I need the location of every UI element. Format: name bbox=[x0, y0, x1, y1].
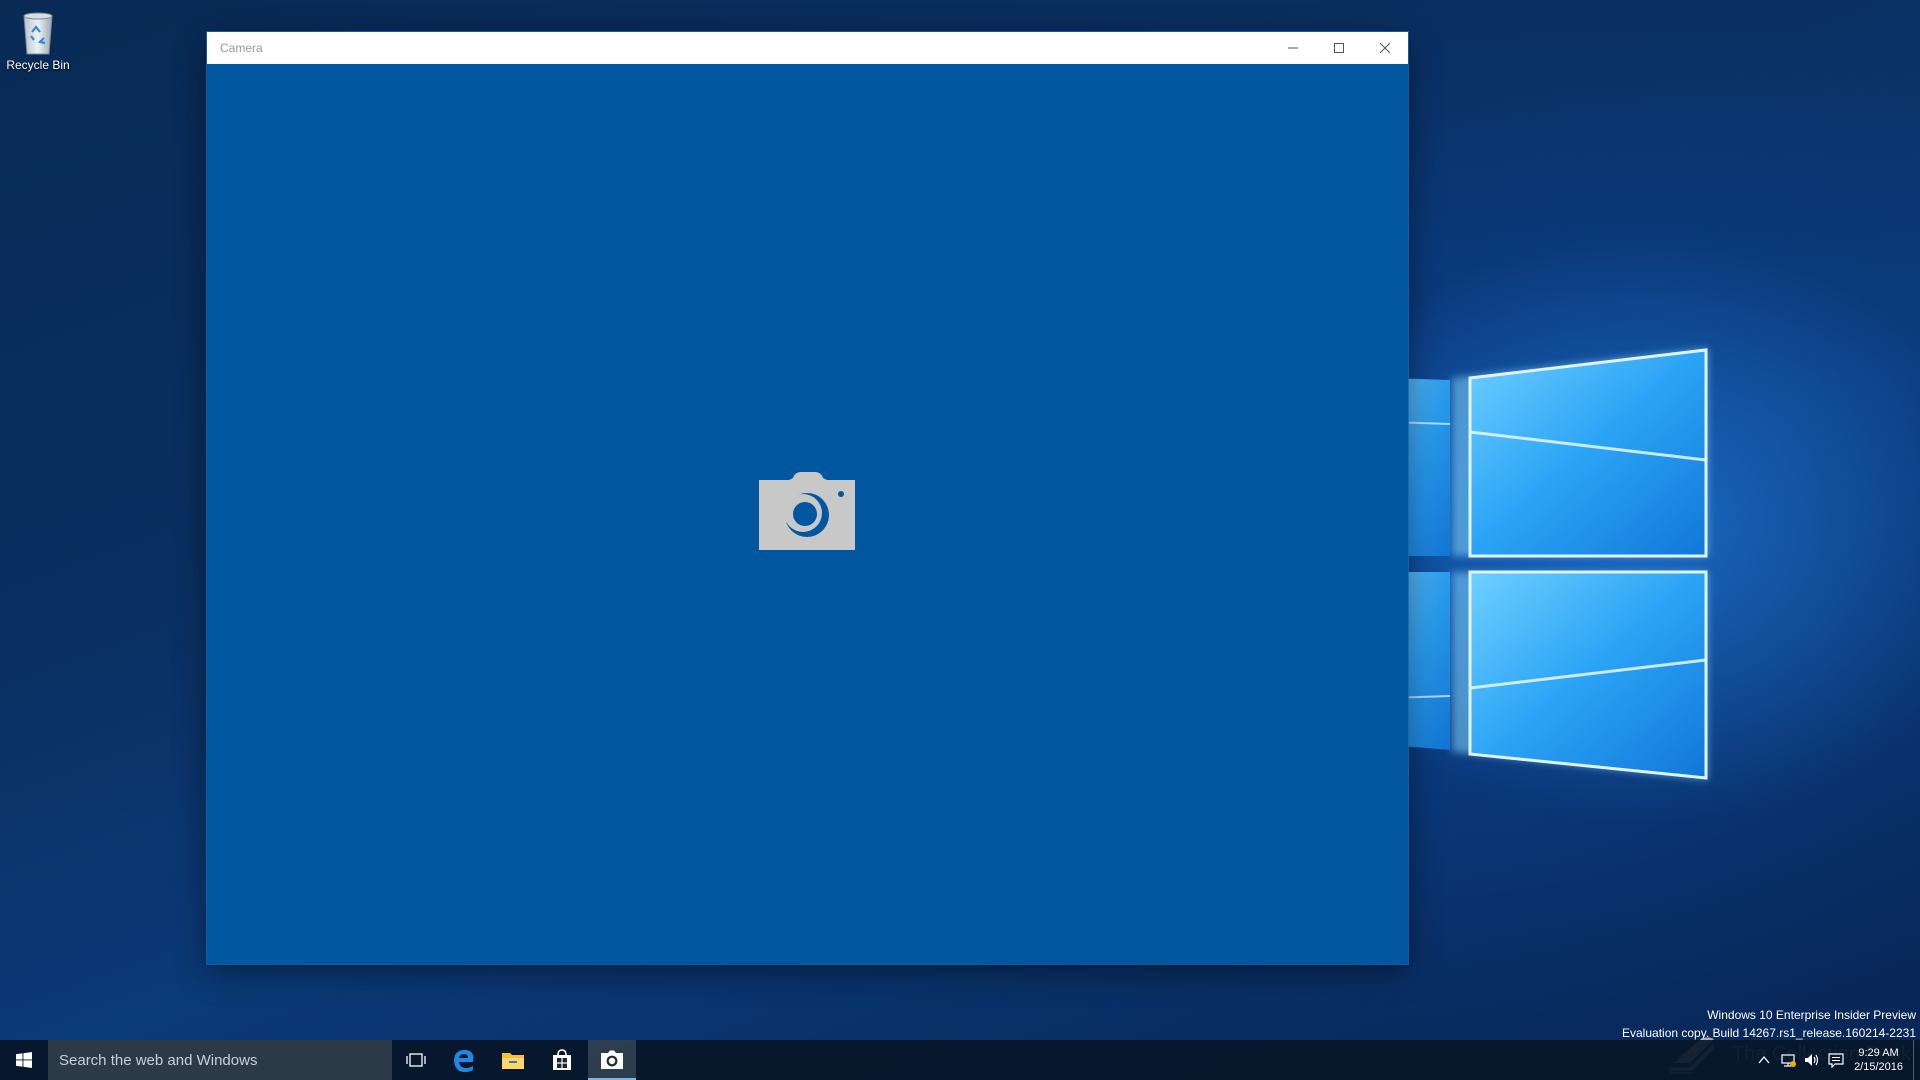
build-edition: Windows 10 Enterprise Insider Preview bbox=[1707, 1008, 1916, 1022]
system-tray: 9:29 AM 2/15/2016 bbox=[1752, 1040, 1920, 1080]
maximize-button[interactable] bbox=[1316, 32, 1362, 64]
windows-logo-wallpaper bbox=[1390, 348, 1708, 780]
task-view-icon bbox=[406, 1053, 426, 1067]
chevron-up-icon bbox=[1758, 1055, 1770, 1064]
windows-start-icon bbox=[16, 1052, 32, 1068]
title-bar[interactable]: Camera bbox=[207, 32, 1408, 64]
clock-time: 9:29 AM bbox=[1858, 1047, 1899, 1059]
camera-window: Camera bbox=[207, 32, 1408, 964]
desktop-icon-recycle-bin[interactable]: Recycle Bin bbox=[6, 8, 70, 72]
minimize-button[interactable] bbox=[1270, 32, 1316, 64]
show-desktop-button[interactable] bbox=[1913, 1040, 1920, 1080]
maximize-icon bbox=[1334, 43, 1344, 53]
action-center-icon bbox=[1828, 1053, 1844, 1068]
camera-icon bbox=[601, 1050, 623, 1069]
start-button[interactable] bbox=[0, 1040, 48, 1080]
camera-icon bbox=[759, 472, 855, 550]
edge-button[interactable] bbox=[440, 1040, 488, 1080]
task-view-button[interactable] bbox=[392, 1040, 440, 1080]
close-button[interactable] bbox=[1362, 32, 1408, 64]
minimize-icon bbox=[1288, 47, 1298, 49]
close-icon bbox=[1379, 42, 1391, 54]
clock-date: 2/15/2016 bbox=[1854, 1061, 1903, 1073]
recycle-bin-icon bbox=[23, 12, 53, 55]
taskbar: 9:29 AM 2/15/2016 bbox=[0, 1040, 1920, 1080]
recycle-bin-label: Recycle Bin bbox=[6, 58, 70, 72]
desktop: Recycle Bin Camera Windows 10 Enterprise… bbox=[0, 0, 1920, 1080]
search-input[interactable] bbox=[48, 1040, 392, 1080]
camera-taskbar-button[interactable] bbox=[588, 1040, 636, 1080]
folder-icon bbox=[502, 1053, 524, 1069]
action-center-button[interactable] bbox=[1824, 1040, 1848, 1080]
file-explorer-button[interactable] bbox=[489, 1040, 537, 1080]
camera-viewfinder bbox=[207, 64, 1408, 964]
clock[interactable]: 9:29 AM 2/15/2016 bbox=[1848, 1046, 1913, 1074]
store-button[interactable] bbox=[538, 1040, 586, 1080]
network-icon bbox=[1781, 1054, 1797, 1067]
window-title: Camera bbox=[220, 41, 263, 55]
show-hidden-icons-button[interactable] bbox=[1752, 1040, 1776, 1080]
network-button[interactable] bbox=[1776, 1040, 1800, 1080]
volume-icon bbox=[1805, 1054, 1819, 1066]
build-info-watermark: Windows 10 Enterprise Insider Preview Ev… bbox=[1622, 1006, 1916, 1042]
edge-icon bbox=[454, 1050, 474, 1072]
volume-button[interactable] bbox=[1800, 1040, 1824, 1080]
store-icon bbox=[553, 1049, 571, 1070]
